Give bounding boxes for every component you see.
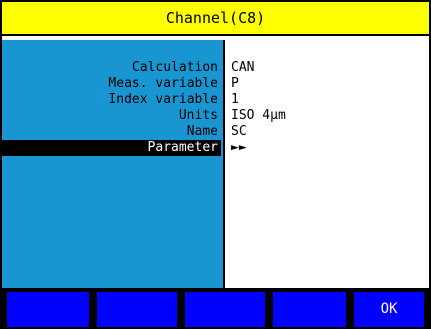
calculation-label[interactable]: Calculation: [2, 60, 221, 76]
parameter-values: CAN P 1 ISO 4µm SC ►►: [231, 60, 286, 156]
window-title: Channel(C8): [2, 2, 429, 36]
units-label[interactable]: Units: [2, 108, 221, 124]
softkey-3[interactable]: [185, 292, 265, 327]
index-variable-value: 1: [231, 92, 239, 107]
device-screen: Channel(C8) Calculation Meas. variable I…: [0, 0, 431, 329]
parameter-label-selected[interactable]: Parameter: [2, 140, 221, 156]
softkey-bar: OK: [2, 288, 429, 327]
name-label[interactable]: Name: [2, 124, 221, 140]
units-value: ISO 4µm: [231, 108, 286, 123]
parameter-labels: Calculation Meas. variable Index variabl…: [2, 60, 221, 156]
index-variable-label[interactable]: Index variable: [2, 92, 221, 108]
calculation-value: CAN: [231, 60, 255, 75]
softkey-1[interactable]: [7, 292, 89, 327]
softkey-2[interactable]: [97, 292, 177, 327]
submenu-arrow-icon: ►►: [231, 140, 247, 155]
ok-button[interactable]: OK: [354, 292, 424, 327]
name-value: SC: [231, 124, 247, 139]
meas-variable-value: P: [231, 76, 239, 91]
softkey-4[interactable]: [273, 292, 346, 327]
meas-variable-label[interactable]: Meas. variable: [2, 76, 221, 92]
